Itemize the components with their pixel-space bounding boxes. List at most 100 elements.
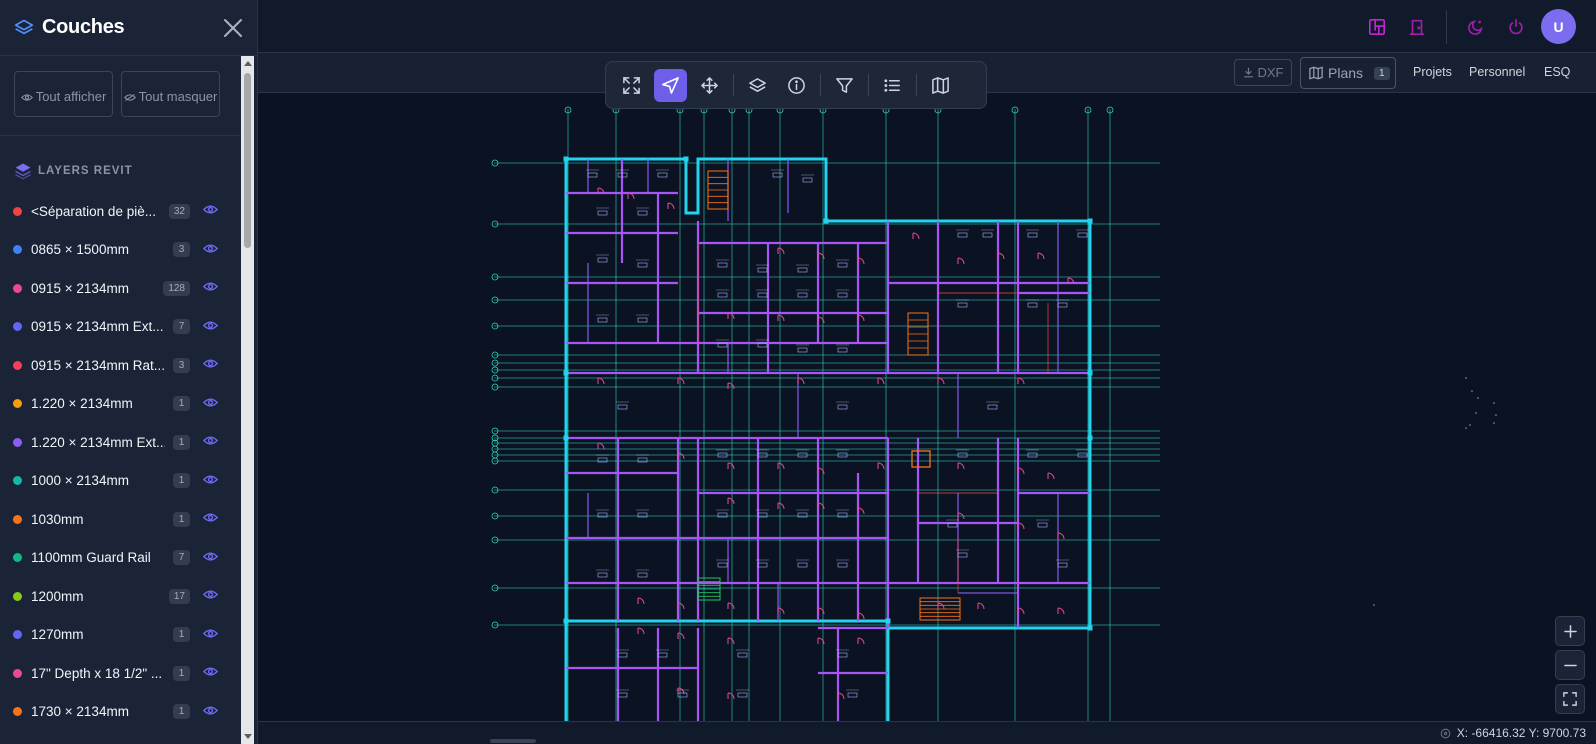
layer-color-dot: [13, 476, 22, 486]
nav-link-esq[interactable]: ESQ: [1544, 65, 1570, 79]
eye-icon[interactable]: [203, 705, 218, 716]
layer-item[interactable]: 1730 × 2134mm 1: [0, 693, 238, 732]
hide-all-button[interactable]: Tout masquer: [121, 71, 220, 117]
eye-icon[interactable]: [203, 243, 218, 254]
plan-view-button[interactable]: [1366, 16, 1388, 38]
layer-item[interactable]: 17" Depth x 18 1/2" ... 1: [0, 654, 238, 693]
expand-icon: [623, 76, 640, 94]
info-tool-button[interactable]: [780, 69, 813, 102]
layer-count-badge: 128: [163, 280, 190, 296]
fullscreen-button[interactable]: [1555, 684, 1585, 714]
layer-list: <Séparation de piè... 32 0865 × 1500mm 3 091…: [0, 192, 238, 731]
layer-count-badge: 1: [173, 665, 190, 681]
nav-link-projets[interactable]: Projets: [1413, 65, 1452, 79]
zoom-in-button[interactable]: [1555, 616, 1585, 646]
sidebar-title: Couches: [42, 16, 125, 38]
layer-item[interactable]: 0915 × 2134mm Ext... 7: [0, 308, 238, 347]
theme-toggle-button[interactable]: [1465, 16, 1487, 38]
eye-icon[interactable]: [203, 512, 218, 523]
layers-icon: [15, 163, 31, 180]
nav-link-personnel[interactable]: Personnel: [1469, 65, 1525, 79]
eye-icon[interactable]: [203, 281, 218, 292]
sidebar-header: Couches: [0, 0, 258, 56]
layer-count-badge: 17: [168, 588, 190, 604]
door-button[interactable]: [1406, 16, 1428, 38]
layer-item[interactable]: 0915 × 2134mm Rat... 3: [0, 346, 238, 385]
layers-icon: [749, 77, 766, 92]
layer-item[interactable]: 0915 × 2134mm 128: [0, 269, 238, 308]
plans-label: Plans: [1328, 65, 1364, 81]
layer-item[interactable]: 1.220 × 2134mm 1: [0, 385, 238, 424]
eye-icon[interactable]: [203, 435, 218, 446]
horizontal-scroll-thumb[interactable]: [490, 739, 536, 743]
floorplan-icon: [1368, 18, 1386, 35]
download-icon: [1243, 67, 1253, 78]
layers-sidebar: Couches Tout afficher Tout masquer LAYER…: [0, 0, 258, 744]
layer-count-badge: 1: [173, 511, 190, 527]
filter-tool-button[interactable]: [828, 69, 861, 102]
layer-count-badge: 3: [173, 357, 190, 373]
fit-view-button[interactable]: [615, 69, 648, 102]
info-icon: [788, 76, 805, 94]
layer-item[interactable]: 1.220 × 2134mm Ext... 1: [0, 423, 238, 462]
eye-icon[interactable]: [203, 589, 218, 600]
layer-item[interactable]: 1200mm 17: [0, 577, 238, 616]
zoom-out-button[interactable]: [1555, 650, 1585, 680]
layer-item[interactable]: <Séparation de piè... 32: [0, 192, 238, 231]
show-all-button[interactable]: Tout afficher: [14, 71, 113, 117]
fullscreen-icon: [1563, 692, 1577, 706]
layer-item[interactable]: 0865 × 1500mm 3: [0, 231, 238, 270]
cursor-coordinates: X: -66416.32 Y: 9700.73: [1440, 726, 1586, 740]
layer-item[interactable]: 1030mm 1: [0, 500, 238, 539]
logout-button[interactable]: [1505, 16, 1527, 38]
layer-item[interactable]: 1100mm Guard Rail 7: [0, 539, 238, 578]
layer-name: 17" Depth x 18 1/2" ...: [31, 665, 163, 681]
select-tool-button[interactable]: [654, 68, 687, 102]
dxf-label: DXF: [1257, 65, 1284, 80]
pan-tool-button[interactable]: [693, 69, 726, 102]
layers-tool-button[interactable]: [741, 69, 774, 102]
layer-item[interactable]: 1270mm 1: [0, 616, 238, 655]
map-icon: [932, 76, 949, 94]
top-actions: U: [1366, 0, 1596, 53]
minus-icon: [1563, 664, 1577, 666]
layer-count-badge: 7: [173, 550, 190, 566]
dxf-export-button[interactable]: DXF: [1234, 59, 1292, 86]
show-all-label: Tout afficher: [35, 89, 107, 104]
layers-icon: [14, 19, 34, 34]
status-bar: X: -66416.32 Y: 9700.73: [258, 721, 1596, 744]
close-icon[interactable]: [222, 17, 244, 39]
layer-count-badge: 7: [173, 319, 190, 335]
layer-color-dot: [13, 630, 22, 640]
app-root: Couches Tout afficher Tout masquer LAYER…: [0, 0, 1596, 744]
toolbar-separator: [733, 74, 734, 96]
scroll-down-arrow[interactable]: [243, 734, 252, 739]
scroll-thumb[interactable]: [244, 73, 251, 248]
eye-icon[interactable]: [203, 358, 218, 369]
eye-icon[interactable]: [203, 628, 218, 639]
eye-icon[interactable]: [203, 320, 218, 331]
drawing-canvas[interactable]: [258, 93, 1596, 721]
layer-name: 1100mm Guard Rail: [31, 550, 151, 566]
layer-color-dot: [13, 360, 22, 370]
layer-name: <Séparation de piè...: [31, 203, 156, 219]
eye-icon[interactable]: [203, 551, 218, 562]
eye-icon[interactable]: [203, 666, 218, 677]
layer-count-badge: 1: [173, 704, 190, 720]
layer-item[interactable]: 1000 × 2134mm 1: [0, 462, 238, 501]
layer-name: 1000 × 2134mm: [31, 473, 129, 489]
eye-icon[interactable]: [203, 204, 218, 215]
map-tool-button[interactable]: [924, 69, 957, 102]
list-tool-button[interactable]: [876, 69, 909, 102]
hide-all-label: Tout masquer: [138, 89, 218, 104]
plans-button[interactable]: Plans 1: [1300, 57, 1396, 89]
sidebar-scrollbar[interactable]: [241, 56, 254, 744]
scroll-up-arrow[interactable]: [243, 61, 252, 66]
eye-off-icon: [123, 94, 136, 101]
toolbar-separator: [868, 74, 869, 96]
eye-icon[interactable]: [203, 397, 218, 408]
layer-color-dot: [13, 399, 22, 409]
eye-icon[interactable]: [203, 474, 218, 485]
user-avatar[interactable]: U: [1541, 9, 1576, 44]
layer-color-dot: [13, 668, 22, 678]
